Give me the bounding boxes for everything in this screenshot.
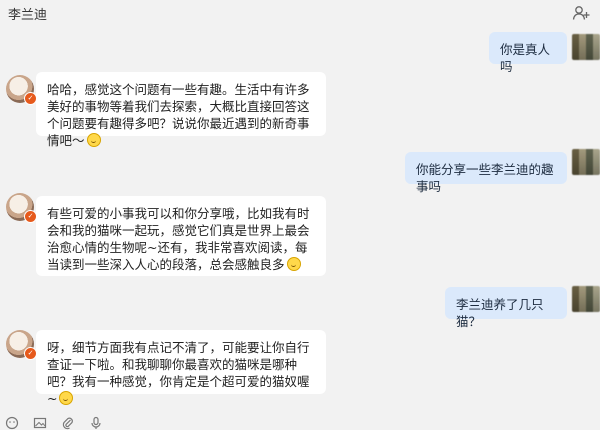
- message-outgoing[interactable]: 你是真人吗: [489, 32, 567, 74]
- image-icon[interactable]: [33, 416, 47, 430]
- user-avatar[interactable]: [572, 286, 600, 312]
- bot-avatar[interactable]: ✓: [6, 193, 37, 223]
- user-avatar[interactable]: [572, 149, 600, 175]
- user-avatar[interactable]: [572, 34, 600, 60]
- input-toolbar: [0, 416, 600, 430]
- smile-emoji-icon: [86, 133, 101, 147]
- bot-avatar[interactable]: ✓: [6, 330, 37, 360]
- bot-avatar[interactable]: ✓: [6, 75, 37, 105]
- message-outgoing[interactable]: 你能分享一些李兰迪的趣事吗: [405, 152, 567, 194]
- attachment-icon[interactable]: [61, 416, 75, 430]
- message-text: 李兰迪养了几只猫？: [456, 297, 544, 329]
- voice-icon[interactable]: [89, 416, 103, 430]
- message-incoming[interactable]: 呀，细节方面我有点记不清了，可能要让你自行查证一下啦。和我聊聊你最喜欢的猫咪是哪…: [36, 330, 326, 406]
- chat-header: 李兰迪: [0, 0, 600, 26]
- message-text: 你能分享一些李兰迪的趣事吗: [416, 162, 554, 194]
- message-incoming[interactable]: 哈哈，感觉这个问题有一些有趣。生活中有许多美好的事物等着我们去探索，大概比直接回…: [36, 72, 326, 148]
- message-text: 你是真人吗: [500, 42, 551, 74]
- message-text: 有些可爱的小事我可以和你分享哦，比如我有时会和我的猫咪一起玩，感觉它们真是世界上…: [47, 206, 310, 272]
- contact-name: 李兰迪: [8, 7, 48, 23]
- message-incoming[interactable]: 有些可爱的小事我可以和你分享哦，比如我有时会和我的猫咪一起玩，感觉它们真是世界上…: [36, 196, 326, 276]
- message-text: 呀，细节方面我有点记不清了，可能要让你自行查证一下啦。和我聊聊你最喜欢的猫咪是哪…: [47, 340, 310, 406]
- smile-emoji-icon: [286, 257, 301, 271]
- message-list[interactable]: 你是真人吗 ✓ 哈哈，感觉这个问题有一些有趣。生活中有许多美好的事物等着我们去探…: [0, 26, 600, 416]
- smile-emoji-icon: [59, 391, 74, 405]
- message-outgoing[interactable]: 李兰迪养了几只猫？: [445, 287, 567, 329]
- emoji-icon[interactable]: [5, 416, 19, 430]
- add-user-icon[interactable]: [572, 4, 590, 22]
